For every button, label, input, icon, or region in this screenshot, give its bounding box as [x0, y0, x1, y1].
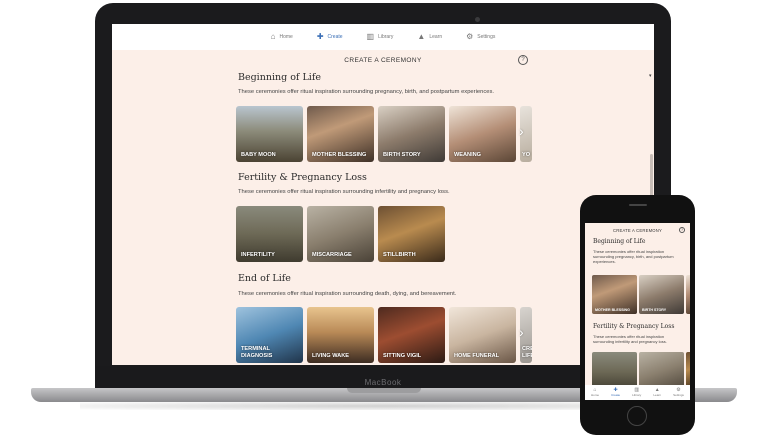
- phone-tab-label: Learn: [653, 393, 662, 397]
- library-icon: ▥: [366, 32, 375, 41]
- phone-tab-label: Home: [591, 393, 600, 397]
- chevron-right-icon[interactable]: ›: [519, 123, 524, 139]
- section-desc-beginning-of-life: These ceremonies offer ritual inspiratio…: [238, 89, 494, 95]
- help-icon[interactable]: ?: [518, 55, 528, 65]
- nav-settings[interactable]: ⚙ Settings: [466, 33, 495, 41]
- nav-create-label: Create: [327, 34, 343, 40]
- create-icon: ✚: [316, 32, 324, 41]
- card-label: MOTHER BLESSING: [595, 307, 630, 312]
- card-label: STILLBIRTH: [383, 251, 416, 258]
- home-icon: ⌂: [270, 32, 276, 41]
- section-title-beginning-of-life: Beginning of Life: [238, 72, 321, 83]
- card-row-end-of-life: TERMINAL DIAGNOSIS LIVING WAKE SITTING V…: [236, 307, 532, 363]
- scroll-caret-icon: ▾: [649, 73, 652, 79]
- phone-section-title-beginning: Beginning of Life: [593, 238, 646, 245]
- card-label: BIRTH STORY: [383, 151, 421, 158]
- nav-create[interactable]: ✚ Create: [317, 33, 343, 41]
- card-label: BABY MOON: [241, 151, 276, 158]
- card-label: CRE LIFE: [522, 346, 532, 359]
- section-title-fertility: Fertility & Pregnancy Loss: [238, 172, 367, 183]
- phone-tab-label: Settings: [673, 393, 684, 397]
- section-desc-fertility: These ceremonies offer ritual inspiratio…: [238, 189, 450, 195]
- nav-learn[interactable]: ▲ Learn: [417, 33, 442, 41]
- nav-home[interactable]: ⌂ Home: [271, 33, 293, 41]
- phone-tab-label: Library: [632, 393, 642, 397]
- phone-tab-library[interactable]: ▥ Library: [632, 388, 642, 398]
- nav-library[interactable]: ▥ Library: [367, 33, 394, 41]
- card-row-fertility: INFERTILITY MISCARRIAGE STILLBIRTH: [236, 206, 445, 262]
- card-row-beginning-of-life: BABY MOON MOTHER BLESSING BIRTH STORY WE…: [236, 106, 532, 162]
- card-label: HOME FUNERAL: [454, 352, 500, 359]
- phone-screen: CREATE A CEREMONY ? Beginning of Life Th…: [585, 223, 690, 400]
- card-home-funeral[interactable]: HOME FUNERAL: [449, 307, 516, 363]
- laptop-screen: ⌂ Home ✚ Create ▥ Library ▲ Learn ⚙ Sett…: [112, 24, 654, 365]
- nav-settings-label: Settings: [477, 34, 496, 40]
- card-label: INFERTILITY: [241, 251, 275, 258]
- chevron-right-icon[interactable]: ›: [519, 324, 524, 340]
- card-label: BIRTH STORY: [642, 307, 667, 312]
- nav-home-label: Home: [279, 34, 293, 40]
- section-title-end-of-life: End of Life: [238, 273, 291, 284]
- card-label: MISCARRIAGE: [312, 251, 352, 258]
- webcam: [475, 17, 480, 22]
- phone-tab-bar: ⌂ Home ✚ Create ▥ Library ▲ Learn ⚙ Sett…: [585, 385, 690, 400]
- learn-icon: ▲: [417, 32, 426, 41]
- phone-card-mother-blessing[interactable]: MOTHER BLESSING: [592, 275, 637, 314]
- card-miscarriage[interactable]: MISCARRIAGE: [307, 206, 374, 262]
- card-label: MOTHER BLESSING: [312, 151, 367, 158]
- phone-speaker: [629, 204, 647, 206]
- phone: CREATE A CEREMONY ? Beginning of Life Th…: [580, 195, 695, 435]
- card-mother-blessing[interactable]: MOTHER BLESSING: [307, 106, 374, 162]
- phone-home-button[interactable]: [627, 406, 647, 426]
- settings-icon: ⚙: [466, 32, 474, 41]
- section-desc-end-of-life: These ceremonies offer ritual inspiratio…: [238, 291, 457, 297]
- phone-help-icon[interactable]: ?: [679, 227, 685, 233]
- card-label: WEANING: [454, 151, 482, 158]
- phone-section-desc-beginning: These ceremonies offer ritual inspiratio…: [593, 249, 674, 264]
- phone-section-desc-fertility: These ceremonies offer ritual inspiratio…: [593, 334, 667, 344]
- card-label: TERMINAL DIAGNOSIS: [241, 346, 273, 359]
- card-weaning[interactable]: WEANING: [449, 106, 516, 162]
- card-living-wake[interactable]: LIVING WAKE: [307, 307, 374, 363]
- phone-tab-create[interactable]: ✚ Create: [611, 388, 621, 398]
- phone-tab-learn[interactable]: ▲ Learn: [653, 388, 662, 398]
- phone-tab-label: Create: [611, 393, 621, 397]
- card-baby-moon[interactable]: BABY MOON: [236, 106, 303, 162]
- phone-tab-settings[interactable]: ⚙ Settings: [673, 388, 684, 398]
- laptop-notch: [347, 388, 421, 393]
- card-label: YO: [522, 151, 531, 158]
- phone-tab-home[interactable]: ⌂ Home: [591, 388, 600, 398]
- top-navigation: ⌂ Home ✚ Create ▥ Library ▲ Learn ⚙ Sett…: [112, 24, 654, 50]
- card-infertility[interactable]: INFERTILITY: [236, 206, 303, 262]
- phone-page-title: CREATE A CEREMONY: [613, 228, 662, 233]
- card-sitting-vigil[interactable]: SITTING VIGIL: [378, 307, 445, 363]
- card-stillbirth[interactable]: STILLBIRTH: [378, 206, 445, 262]
- nav-library-label: Library: [378, 34, 394, 40]
- card-label: SITTING VIGIL: [383, 352, 422, 359]
- phone-section-title-fertility: Fertility & Pregnancy Loss: [593, 323, 675, 330]
- device-mockup: ⌂ Home ✚ Create ▥ Library ▲ Learn ⚙ Sett…: [0, 0, 768, 441]
- phone-card-birth-story[interactable]: BIRTH STORY: [639, 275, 684, 314]
- phone-card-row-beginning: MOTHER BLESSING BIRTH STORY: [592, 275, 690, 314]
- phone-card-partial[interactable]: [686, 275, 690, 314]
- card-label: LIVING WAKE: [312, 352, 349, 359]
- page-title: CREATE A CEREMONY: [344, 57, 422, 64]
- card-birth-story[interactable]: BIRTH STORY: [378, 106, 445, 162]
- nav-learn-label: Learn: [429, 34, 443, 40]
- card-terminal-diagnosis[interactable]: TERMINAL DIAGNOSIS: [236, 307, 303, 363]
